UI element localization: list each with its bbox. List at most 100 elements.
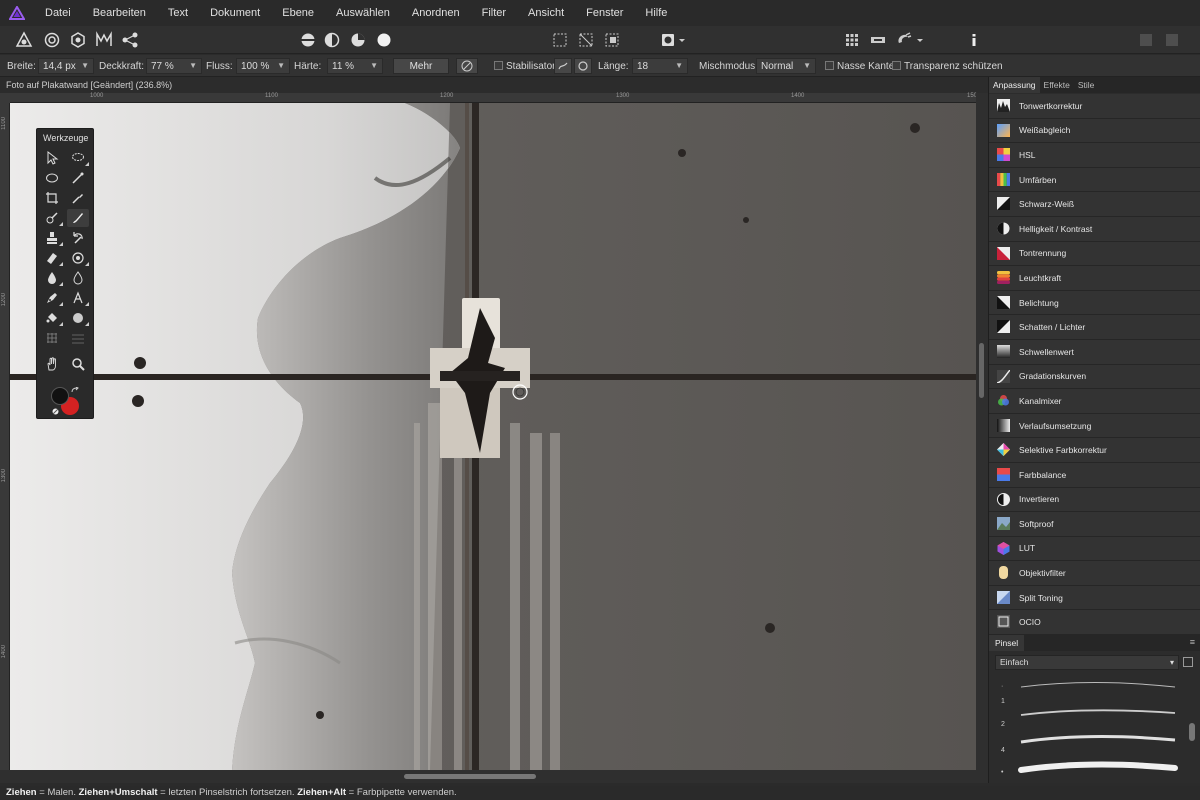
fill-tool-icon[interactable] [41, 309, 63, 327]
adjustment-item-curves[interactable]: Gradationskurven [989, 364, 1200, 390]
view-tool-hand-icon[interactable] [41, 355, 63, 373]
menu-fenster[interactable]: Fenster [575, 0, 634, 26]
dodge-burn-tool-icon[interactable] [67, 249, 89, 267]
document-tab[interactable]: Foto auf Plakatwand [Geändert] (236.8%) [0, 77, 988, 93]
window-mode-icon[interactable] [574, 58, 592, 74]
brush-list-scroll-thumb[interactable] [1189, 723, 1195, 741]
pen-tool-icon[interactable] [41, 289, 63, 307]
zoom-tool-icon[interactable] [67, 355, 89, 373]
auto-contrast-icon[interactable] [320, 28, 344, 52]
adjustment-item-gradient-map[interactable]: Verlaufsumsetzung [989, 413, 1200, 439]
erase-brush-tool-icon[interactable] [41, 249, 63, 267]
mesh-warp-tool-icon[interactable] [41, 329, 63, 347]
ellipse-tool-icon[interactable] [67, 309, 89, 327]
adjustment-item-vibrance[interactable]: Leuchtkraft [989, 266, 1200, 291]
adjustment-item-exposure[interactable]: Belichtung [989, 290, 1200, 316]
auto-colors-icon[interactable] [346, 28, 370, 52]
vertical-scrollbar[interactable] [976, 93, 988, 770]
menu-hilfe[interactable]: Hilfe [634, 0, 678, 26]
tab-anpassung[interactable]: Anpassung [989, 77, 1040, 93]
auto-white-balance-icon[interactable] [372, 28, 396, 52]
deselect-icon[interactable] [574, 28, 598, 52]
adjustment-item-levels[interactable]: Tonwertkorrektur [989, 94, 1200, 119]
blend-mode-select[interactable]: Normal ▼ [756, 58, 816, 74]
adjustment-item-lut[interactable]: LUT [989, 536, 1200, 562]
pressure-brush-icon[interactable] [456, 58, 478, 74]
length-field[interactable]: 18 ▼ [632, 58, 688, 74]
flow-dropdown-icon[interactable]: ▼ [277, 61, 285, 70]
snapping-magnet-icon[interactable] [892, 28, 916, 52]
snapping-dropdown-icon[interactable] [914, 28, 926, 52]
protect-alpha-checkbox[interactable] [892, 61, 901, 70]
vertical-ruler[interactable]: 1100 1200 1300 1400 [0, 103, 10, 770]
develop-persona-icon[interactable] [66, 28, 90, 52]
adjustment-item-selective-color[interactable]: Selektive Farbkorrektur [989, 438, 1200, 463]
menu-text[interactable]: Text [157, 0, 199, 26]
hardness-field[interactable]: 11 % ▼ [327, 58, 383, 74]
crop-tool-icon[interactable] [41, 189, 63, 207]
adjustment-item-ocio[interactable]: OCIO [989, 610, 1200, 636]
undo-brush-tool-icon[interactable] [67, 229, 89, 247]
horizontal-ruler[interactable]: 1000 1100 1200 1300 1400 150 [10, 93, 977, 103]
brush-view-toggle-icon[interactable] [1183, 657, 1193, 667]
persona-action-icon[interactable] [1134, 28, 1158, 52]
smudge-brush-tool-icon[interactable] [67, 269, 89, 287]
swap-colors-icon[interactable] [71, 386, 79, 394]
tab-effekte[interactable]: Effekte [1040, 77, 1074, 93]
menu-dokument[interactable]: Dokument [199, 0, 271, 26]
wet-edges-checkbox[interactable] [825, 61, 834, 70]
adjustment-item-white-balance[interactable]: Weißabgleich [989, 118, 1200, 144]
selection-brush-tool-icon[interactable] [67, 149, 89, 167]
flow-field[interactable]: 100 % ▼ [236, 58, 290, 74]
vertical-scroll-thumb[interactable] [979, 343, 984, 398]
width-dropdown-icon[interactable]: ▼ [81, 61, 89, 70]
adjustment-item-posterize[interactable]: Tontrennung [989, 241, 1200, 267]
menu-datei[interactable]: Datei [34, 0, 82, 26]
rope-mode-icon[interactable] [554, 58, 572, 74]
alignment-icon[interactable] [866, 28, 890, 52]
reset-colors-icon[interactable] [52, 406, 59, 415]
width-field[interactable]: 14,4 px ▼ [38, 58, 94, 74]
text-tool-icon[interactable] [67, 289, 89, 307]
paint-brush-tool-icon[interactable] [67, 209, 89, 227]
snapping-grid-icon[interactable] [840, 28, 864, 52]
context-help-icon[interactable] [962, 28, 986, 52]
invert-selection-icon[interactable] [600, 28, 624, 52]
horizontal-scrollbar[interactable] [0, 770, 988, 783]
perspective-tool-icon[interactable] [67, 329, 89, 347]
flood-select-tool-icon[interactable] [67, 169, 89, 187]
menu-auswaehlen[interactable]: Auswählen [325, 0, 401, 26]
liquify-persona-icon[interactable] [40, 28, 64, 52]
tone-mapping-persona-icon[interactable] [92, 28, 116, 52]
pixel-tool-icon[interactable] [41, 209, 63, 227]
persona-discard-icon[interactable] [1160, 28, 1184, 52]
marquee-selection-icon[interactable] [548, 28, 572, 52]
adjustment-item-soft-proof[interactable]: Softproof [989, 512, 1200, 537]
adjustment-item-black-white[interactable]: Schwarz-Weiß [989, 192, 1200, 217]
adjustment-item-recolor[interactable]: Umfärben [989, 167, 1200, 193]
blur-brush-tool-icon[interactable] [41, 269, 63, 287]
adjustment-item-invert[interactable]: Invertieren [989, 487, 1200, 513]
blend-mode-dropdown-icon[interactable]: ▼ [803, 61, 811, 70]
length-dropdown-icon[interactable]: ▼ [675, 61, 683, 70]
export-persona-icon[interactable] [118, 28, 142, 52]
menu-bearbeiten[interactable]: Bearbeiten [82, 0, 157, 26]
stabilizer-checkbox[interactable] [494, 61, 503, 70]
opacity-dropdown-icon[interactable]: ▼ [189, 61, 197, 70]
ruler-corner[interactable] [0, 93, 10, 103]
adjustment-item-lens-filter[interactable]: Objektivfilter [989, 561, 1200, 586]
adjustment-item-color-balance[interactable]: Farbbalance [989, 462, 1200, 488]
menu-filter[interactable]: Filter [471, 0, 517, 26]
auto-levels-icon[interactable] [296, 28, 320, 52]
document-canvas[interactable] [10, 103, 976, 770]
adjustment-item-threshold[interactable]: Schwellenwert [989, 339, 1200, 365]
horizontal-scroll-thumb[interactable] [404, 774, 536, 779]
clone-brush-tool-icon[interactable] [41, 229, 63, 247]
opacity-field[interactable]: 77 % ▼ [146, 58, 202, 74]
menu-anordnen[interactable]: Anordnen [401, 0, 471, 26]
more-button[interactable]: Mehr [393, 58, 449, 74]
adjustment-item-brightness-contrast[interactable]: Helligkeit / Kontrast [989, 216, 1200, 242]
affinity-photo-logo-icon[interactable] [0, 0, 34, 26]
adjustment-item-shadows-highlights[interactable]: Schatten / Lichter [989, 315, 1200, 340]
photo-persona-icon[interactable] [12, 28, 36, 52]
